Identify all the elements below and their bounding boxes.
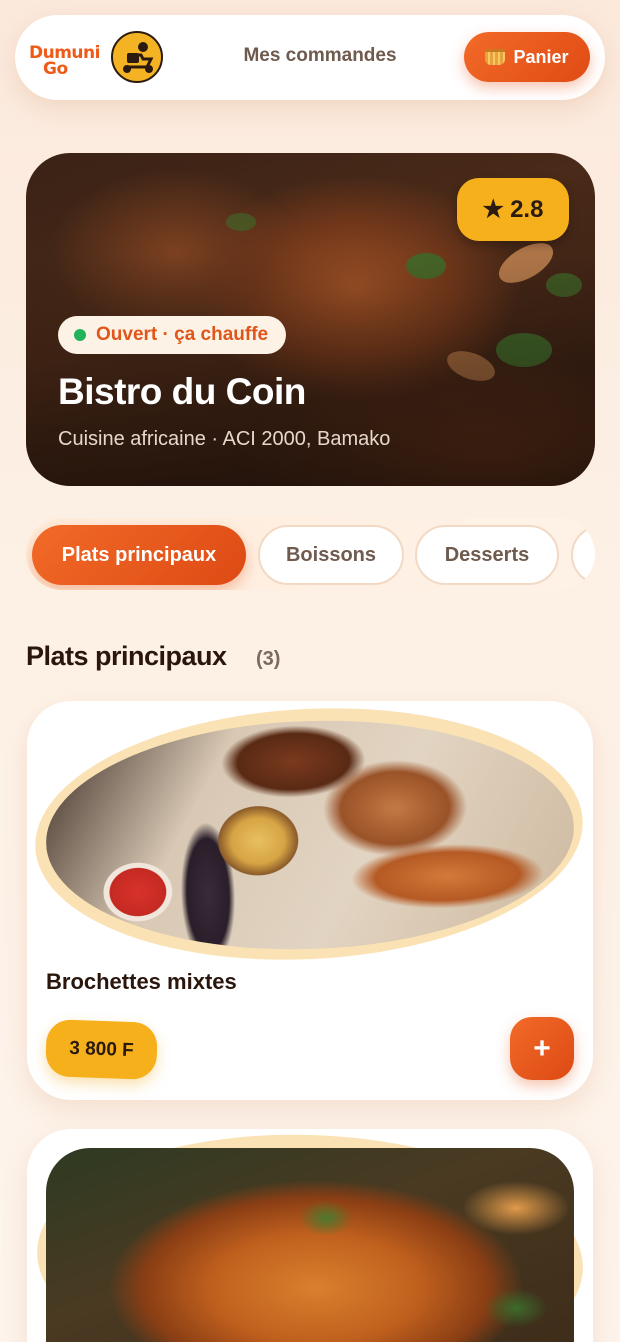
logo-wordmark: Dumuni Go [29, 45, 100, 79]
category-tabs[interactable]: Plats principaux Boissons Desserts [26, 518, 595, 590]
cart-label: Panier [513, 46, 569, 67]
rating-value: 2.8 [510, 195, 544, 223]
restaurant-hero: ★ 2.8 Ouvert · ça chauffe Bistro du Coin… [26, 153, 595, 486]
cart-button[interactable]: Panier [464, 32, 590, 82]
dish-price: 3 800 F [45, 1019, 158, 1080]
restaurant-name: Bistro du Coin [58, 371, 306, 412]
dish-card[interactable]: Brochettes mixtes 3 800 F + [27, 701, 593, 1100]
delivery-scooter-icon [111, 31, 163, 83]
restaurant-subtitle: Cuisine africaine · ACI 2000, Bamako [58, 428, 391, 450]
status-badge: Ouvert · ça chauffe [58, 316, 287, 354]
dish-name: Brochettes mixtes [46, 969, 237, 994]
status-text: Ouvert · ça chauffe [96, 324, 269, 345]
dish-image [46, 1148, 574, 1342]
dish-card[interactable] [27, 1129, 593, 1342]
open-status-dot-icon [74, 329, 86, 341]
tab-more[interactable] [571, 525, 595, 585]
logo-line-2: Go [43, 59, 68, 79]
top-navigation-bar: Dumuni Go Mes commandes Panier [15, 15, 605, 100]
my-orders-link[interactable]: Mes commandes [215, 45, 425, 67]
add-to-cart-button[interactable]: + [510, 1017, 574, 1080]
section-count: (3) [256, 648, 281, 670]
rating-badge: ★ 2.8 [457, 178, 569, 241]
section-title: Plats principaux [26, 641, 227, 671]
tab-desserts[interactable]: Desserts [415, 525, 559, 585]
plus-icon: + [533, 1031, 551, 1065]
app-logo[interactable]: Dumuni Go [29, 31, 169, 87]
tab-plats-principaux[interactable]: Plats principaux [32, 525, 246, 585]
star-icon: ★ [482, 196, 505, 223]
tab-boissons[interactable]: Boissons [258, 525, 404, 585]
basket-icon [485, 49, 506, 65]
